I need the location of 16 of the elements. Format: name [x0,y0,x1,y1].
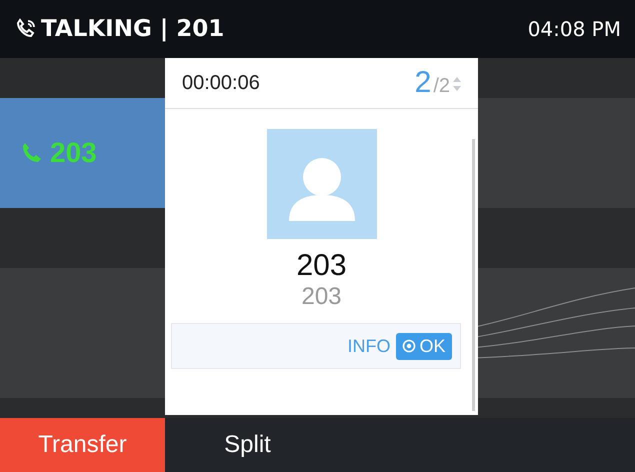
call-duration: 00:00:06 [182,72,260,94]
ok-button[interactable]: OK [396,332,452,360]
up-down-icon[interactable] [452,76,462,92]
page-total: /2 [433,75,450,98]
ok-key-icon [402,339,416,353]
status-title: TALKING | 201 [41,16,224,42]
clock-time: 04:08 PM [528,17,621,41]
page-number: 2 [414,66,432,100]
line-key[interactable]: 203 [0,98,165,208]
avatar-icon [266,129,376,239]
softkey[interactable]: Transfer [0,418,165,472]
phone-icon [20,141,44,165]
softkey[interactable]: Split [165,418,330,472]
contact-name: 203 [296,249,347,283]
info-link[interactable]: INFO [347,336,390,356]
contact-number: 203 [301,283,342,311]
